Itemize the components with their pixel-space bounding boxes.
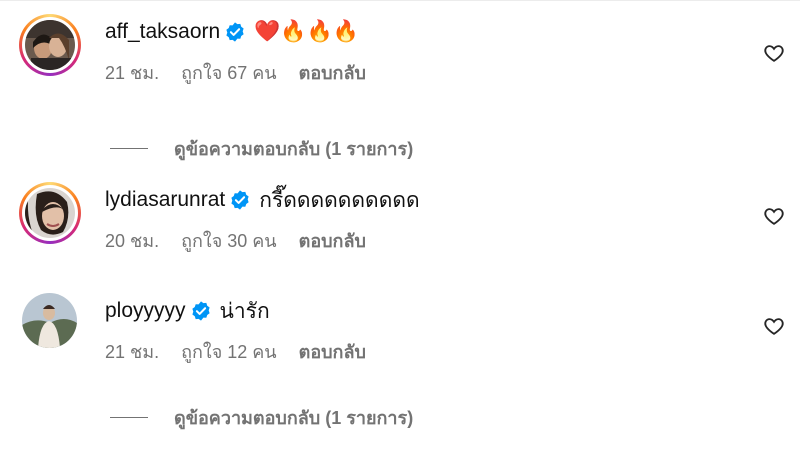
view-replies-label: ดูข้อความตอบกลับ (1 รายการ) (174, 139, 414, 159)
comment-header: lydiasarunrat กรี๊ดดดดดดดดดด (105, 184, 420, 216)
comment-item: lydiasarunrat กรี๊ดดดดดดดดดด 20 ชม. ถูกใ… (0, 182, 800, 262)
like-count[interactable]: ถูกใจ 30 คน (181, 226, 277, 255)
like-count[interactable]: ถูกใจ 12 คน (181, 337, 277, 366)
verified-badge-icon (190, 300, 212, 322)
heart-outline-icon[interactable] (763, 42, 785, 64)
comment-header: aff_taksaorn ❤️🔥🔥🔥 (105, 16, 359, 48)
timestamp[interactable]: 20 ชม. (105, 226, 159, 255)
comment-item: aff_taksaorn ❤️🔥🔥🔥 21 ชม. ถูกใจ 67 คน ตอ… (0, 14, 800, 94)
username[interactable]: ployyyyy (105, 299, 186, 323)
avatar[interactable] (22, 293, 77, 348)
top-divider (0, 0, 800, 1)
story-ring (19, 182, 81, 244)
reply-button[interactable]: ตอบกลับ (299, 337, 366, 366)
comment-header: ployyyyy น่ารัก (105, 295, 270, 327)
username[interactable]: lydiasarunrat (105, 188, 225, 212)
comment-meta: 20 ชม. ถูกใจ 30 คน ตอบกลับ (105, 226, 388, 255)
view-replies-button[interactable]: ดูข้อความตอบกลับ (1 รายการ) (110, 134, 413, 163)
avatar-image (25, 20, 75, 70)
avatar-image (25, 188, 75, 238)
comment-meta: 21 ชม. ถูกใจ 67 คน ตอบกลับ (105, 58, 388, 87)
story-ring (19, 14, 81, 76)
replies-divider (110, 417, 148, 418)
view-replies-label: ดูข้อความตอบกลับ (1 รายการ) (174, 408, 414, 428)
verified-badge-icon (229, 189, 251, 211)
timestamp[interactable]: 21 ชม. (105, 58, 159, 87)
reply-button[interactable]: ตอบกลับ (299, 58, 366, 87)
username[interactable]: aff_taksaorn (105, 20, 220, 44)
replies-divider (110, 148, 148, 149)
heart-outline-icon[interactable] (763, 205, 785, 227)
comment-meta: 21 ชม. ถูกใจ 12 คน ตอบกลับ (105, 337, 388, 366)
comment-item: ployyyyy น่ารัก 21 ชม. ถูกใจ 12 คน ตอบกล… (0, 293, 800, 373)
reply-button[interactable]: ตอบกลับ (299, 226, 366, 255)
avatar[interactable] (19, 14, 81, 76)
avatar[interactable] (19, 182, 81, 244)
view-replies-button[interactable]: ดูข้อความตอบกลับ (1 รายการ) (110, 403, 413, 432)
comment-text: ❤️🔥🔥🔥 (254, 20, 359, 43)
like-count[interactable]: ถูกใจ 67 คน (181, 58, 277, 87)
timestamp[interactable]: 21 ชม. (105, 337, 159, 366)
avatar-image (22, 293, 77, 348)
comment-text: น่ารัก (219, 299, 270, 323)
comment-text: กรี๊ดดดดดดดดดด (259, 188, 420, 212)
verified-badge-icon (224, 21, 246, 43)
heart-outline-icon[interactable] (763, 315, 785, 337)
